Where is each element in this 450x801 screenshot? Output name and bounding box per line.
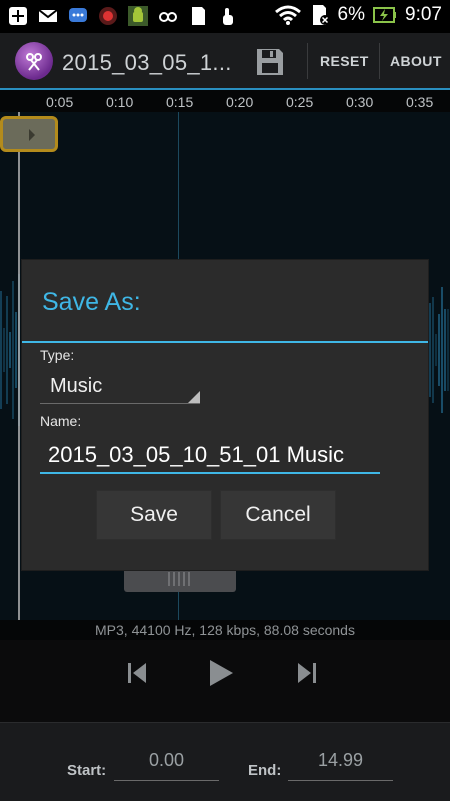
name-input[interactable]: 2015_03_05_10_51_01 Music [40, 432, 380, 474]
waveform-bar [3, 328, 5, 372]
cancel-button[interactable]: Cancel [220, 490, 336, 540]
waveform-bar [441, 287, 443, 413]
type-dropdown-value: Music [50, 375, 103, 397]
timeline: 0:05 0:10 0:15 0:20 0:25 0:30 0:35 [0, 90, 450, 112]
tick-label: 0:15 [166, 94, 194, 110]
name-label: Name: [40, 413, 82, 429]
sd-alert-icon [310, 5, 330, 25]
save-icon[interactable] [255, 47, 289, 77]
waveform-bar [447, 309, 449, 391]
fast-forward-icon[interactable] [294, 660, 318, 691]
waveform-bar [6, 295, 8, 405]
waveform-bar [438, 313, 440, 387]
stop-icon [98, 6, 118, 26]
end-time-input[interactable]: 14.99 [288, 750, 393, 781]
waveform-bar [15, 311, 17, 389]
notification-icons [8, 6, 238, 26]
dropdown-triangle-icon [188, 391, 200, 403]
tick-label: 0:30 [346, 94, 374, 110]
about-button[interactable]: ABOUT [390, 53, 442, 69]
clock: 9:07 [405, 4, 442, 25]
reset-button[interactable]: RESET [320, 53, 369, 69]
start-marker-handle[interactable] [0, 116, 58, 152]
type-label: Type: [40, 347, 75, 363]
dialog-title: Save As: [42, 288, 141, 316]
waveform-bar [0, 290, 2, 410]
mail-icon [38, 6, 58, 26]
play-icon[interactable] [206, 657, 236, 694]
status-bar: 6% 9:07 [0, 0, 450, 33]
android-icon [128, 6, 148, 26]
name-input-value: 2015_03_05_10_51_01 Music [48, 442, 345, 467]
waveform-bar [429, 303, 431, 397]
tick-label: 0:25 [286, 94, 314, 110]
waveform-bar [432, 297, 434, 403]
dialog-divider [22, 341, 428, 343]
waveform-bar [9, 332, 11, 368]
save-as-dialog: Save As: Type: Music Name: 2015_03_05_10… [22, 260, 428, 570]
action-separator [379, 43, 380, 79]
start-time-input[interactable]: 0.00 [114, 750, 219, 781]
start-label: Start: [67, 762, 107, 779]
battery-percent: 6% [337, 4, 366, 25]
wifi-icon [274, 5, 302, 25]
system-status: 6% 9:07 [274, 4, 442, 26]
glasses-icon [158, 6, 178, 26]
tick-label: 0:20 [226, 94, 254, 110]
waveform-bar [435, 333, 437, 367]
file-title: 2015_03_05_1... [62, 50, 232, 75]
rewind-icon[interactable] [126, 660, 150, 691]
touch-icon [218, 6, 238, 26]
audio-info: MP3, 44100 Hz, 128 kbps, 88.08 seconds [95, 622, 355, 638]
tick-label: 0:10 [106, 94, 134, 110]
save-button[interactable]: Save [96, 490, 212, 540]
type-dropdown[interactable]: Music [40, 365, 200, 404]
end-label: End: [248, 762, 282, 779]
app-logo-icon[interactable] [15, 42, 53, 80]
action-separator [307, 43, 308, 79]
waveform-bar [12, 281, 14, 419]
tick-label: 0:35 [406, 94, 434, 110]
plus-icon [8, 6, 28, 26]
tick-label: 0:05 [46, 94, 74, 110]
playhead-line [18, 112, 20, 620]
battery-charging-icon [373, 5, 397, 25]
chat-icon [68, 6, 88, 26]
waveform-bar [444, 308, 446, 392]
action-bar: 2015_03_05_1... RESET ABOUT [0, 33, 450, 90]
sd-card-icon [188, 6, 208, 26]
